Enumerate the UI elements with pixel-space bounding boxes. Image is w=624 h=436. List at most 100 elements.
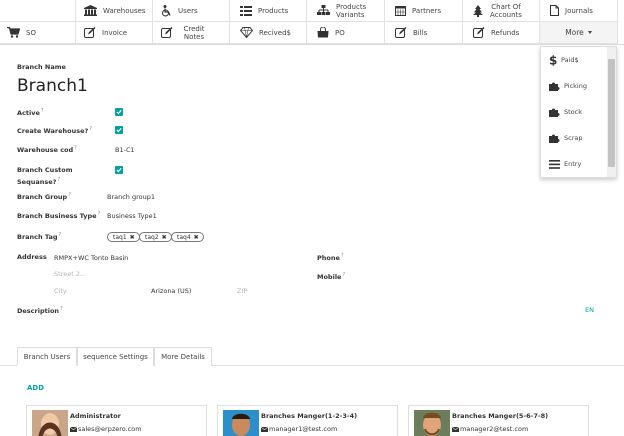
warehouse-cod-value[interactable]: B1-C1 [115,146,135,154]
custom-sequence-label: Branch Custom [17,166,73,174]
check-icon [116,109,122,115]
menu-empty-cell [0,0,76,22]
custom-sequence-checkbox[interactable] [115,166,123,174]
menu-label: Invoice [102,28,128,37]
menu-label: Warehouses [103,6,146,15]
remove-tag-icon[interactable]: ✖ [162,234,167,241]
mobile-label: Mobile? [317,272,346,282]
edit-icon [473,27,485,38]
menu-invoice[interactable]: Invoice [76,22,153,44]
street-field[interactable]: RMPX+WC Tonto Basin [54,254,128,262]
user-name: Branches Manger(5-6-7-8) [452,412,549,420]
tab-branch-users[interactable]: Branch Users [17,347,77,366]
dollar-icon: $ [549,54,557,66]
user-card[interactable]: Branches Manger(1-2-3-4) manager1@test.c… [217,405,398,436]
tag-badge[interactable]: taq1 ✖ [107,232,140,242]
more-dropdown: $ Paid$ Picking Stock Scrap Entry [540,46,617,178]
avatar [223,410,259,436]
state-field[interactable]: Arizona (US) [151,287,191,295]
city-field[interactable]: City [54,287,67,295]
menu-label: Chart Of Accounts [490,2,522,19]
language-button[interactable]: EN [585,306,594,314]
menu-so[interactable]: SO [0,22,76,44]
menu-chart-of-accounts[interactable]: Chart Of Accounts [463,0,540,22]
menu-partners[interactable]: Partners [385,0,463,22]
menu-label: Credit Notes [183,24,205,41]
menu-credit-notes[interactable]: Credit Notes [153,22,230,44]
tag-badge[interactable]: taq2 ✖ [139,232,172,242]
sitemap-icon [317,5,330,15]
tag-badge[interactable]: taq4 ✖ [171,232,204,242]
menu-label: Partners [412,6,442,15]
menu-label: Journals [565,6,593,15]
list-icon [240,5,252,16]
menu-bills[interactable]: Bills [385,22,463,44]
custom-sequence-label-2: Sequanse?? [17,177,61,187]
more-menu-button[interactable]: More [540,22,618,44]
menu-warehouses[interactable]: Warehouses [76,0,153,22]
edit-icon [84,27,96,38]
puzzle-icon [549,82,560,91]
dropdown-label: Stock [564,108,582,116]
top-menu: Warehouses Users Products Products Varia… [0,0,624,45]
scrollbar-thumb[interactable] [608,59,615,167]
avatar [32,410,68,436]
zip-field[interactable]: ZIP [237,287,247,295]
warehouse-icon [84,5,97,16]
bars-icon [549,159,560,169]
file-icon [550,5,559,16]
dropdown-label: Paid$ [561,56,579,64]
branch-name-value[interactable]: Branch1 [17,76,88,96]
dropdown-item-entry[interactable]: Entry [541,151,616,177]
user-card[interactable]: Administrator sales@erpzero.com [26,405,207,436]
tab-sequence-settings[interactable]: sequence Settings [77,347,154,366]
cart-icon [7,27,20,38]
menu-products[interactable]: Products [230,0,307,22]
dropdown-item-picking[interactable]: Picking [541,73,616,99]
business-type-value[interactable]: Business Type1 [107,212,157,220]
wheelchair-icon [162,4,171,16]
create-warehouse-label: Create Warehouse?? [17,126,92,136]
shopping-bag-icon [317,27,329,38]
add-button[interactable]: ADD [27,384,44,392]
dropdown-label: Picking [564,82,587,90]
menu-label: SO [26,28,36,37]
calendar-icon [395,6,406,16]
edit-icon [161,27,173,38]
dropdown-label: Scrap [564,134,583,142]
street2-field[interactable]: Street 2... [54,270,86,278]
active-label: Active? [17,108,44,118]
user-card[interactable]: Branches Manger(5-6-7-8) manager2@test.c… [408,405,589,436]
remove-tag-icon[interactable]: ✖ [194,234,199,241]
active-checkbox[interactable] [115,108,123,116]
dropdown-item-scrap[interactable]: Scrap [541,125,616,151]
branch-tag-label: Branch Tag? [17,232,62,242]
edit-icon [395,27,407,38]
branch-name-label: Branch Name [17,63,66,71]
puzzle-icon [549,108,560,117]
caret-down-icon [587,31,592,34]
menu-refunds[interactable]: Refunds [463,22,540,44]
dropdown-item-stock[interactable]: Stock [541,99,616,125]
warehouse-cod-label: Warehouse cod? [17,145,77,155]
menu-users[interactable]: Users [153,0,230,22]
menu-recived[interactable]: Recived$ [230,22,307,44]
menu-journals[interactable]: Journals [540,0,618,22]
dropdown-scrollbar[interactable] [607,47,616,177]
branch-group-value[interactable]: Branch group1 [107,193,155,201]
menu-products-variants[interactable]: Products Variants [307,0,385,22]
envelope-icon [452,426,459,432]
notebook-tabs: Branch Users sequence Settings More Deta… [17,347,212,366]
menu-label: Recived$ [259,28,291,37]
create-warehouse-checkbox[interactable] [115,126,123,134]
tab-more-details[interactable]: More Details [154,347,212,366]
dropdown-label: Entry [564,160,582,168]
branch-group-label: Branch Group? [17,192,71,202]
dropdown-item-paid[interactable]: $ Paid$ [541,47,616,73]
check-icon [116,127,122,133]
user-email: sales@erpzero.com [70,425,142,433]
menu-label: Refunds [491,28,520,37]
remove-tag-icon[interactable]: ✖ [130,234,135,241]
user-name: Branches Manger(1-2-3-4) [261,412,358,420]
menu-po[interactable]: PO [307,22,385,44]
